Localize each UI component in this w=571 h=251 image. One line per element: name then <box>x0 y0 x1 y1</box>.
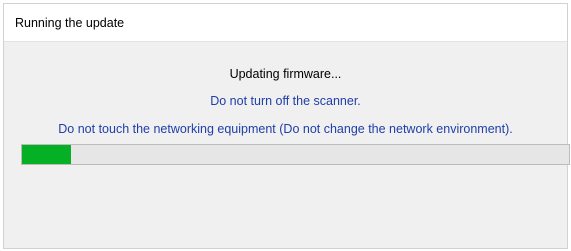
status-message: Updating firmware... <box>229 67 342 81</box>
scanner-warning-text: Do not turn off the scanner. <box>210 94 361 108</box>
window-title: Running the update <box>15 16 125 30</box>
title-bar: Running the update <box>4 4 567 42</box>
update-dialog-window: Running the update Updating firmware... … <box>3 3 570 249</box>
network-warning-text: Do not touch the networking equipment (D… <box>58 122 513 136</box>
progress-bar <box>21 144 570 165</box>
progress-bar-fill <box>22 145 72 164</box>
